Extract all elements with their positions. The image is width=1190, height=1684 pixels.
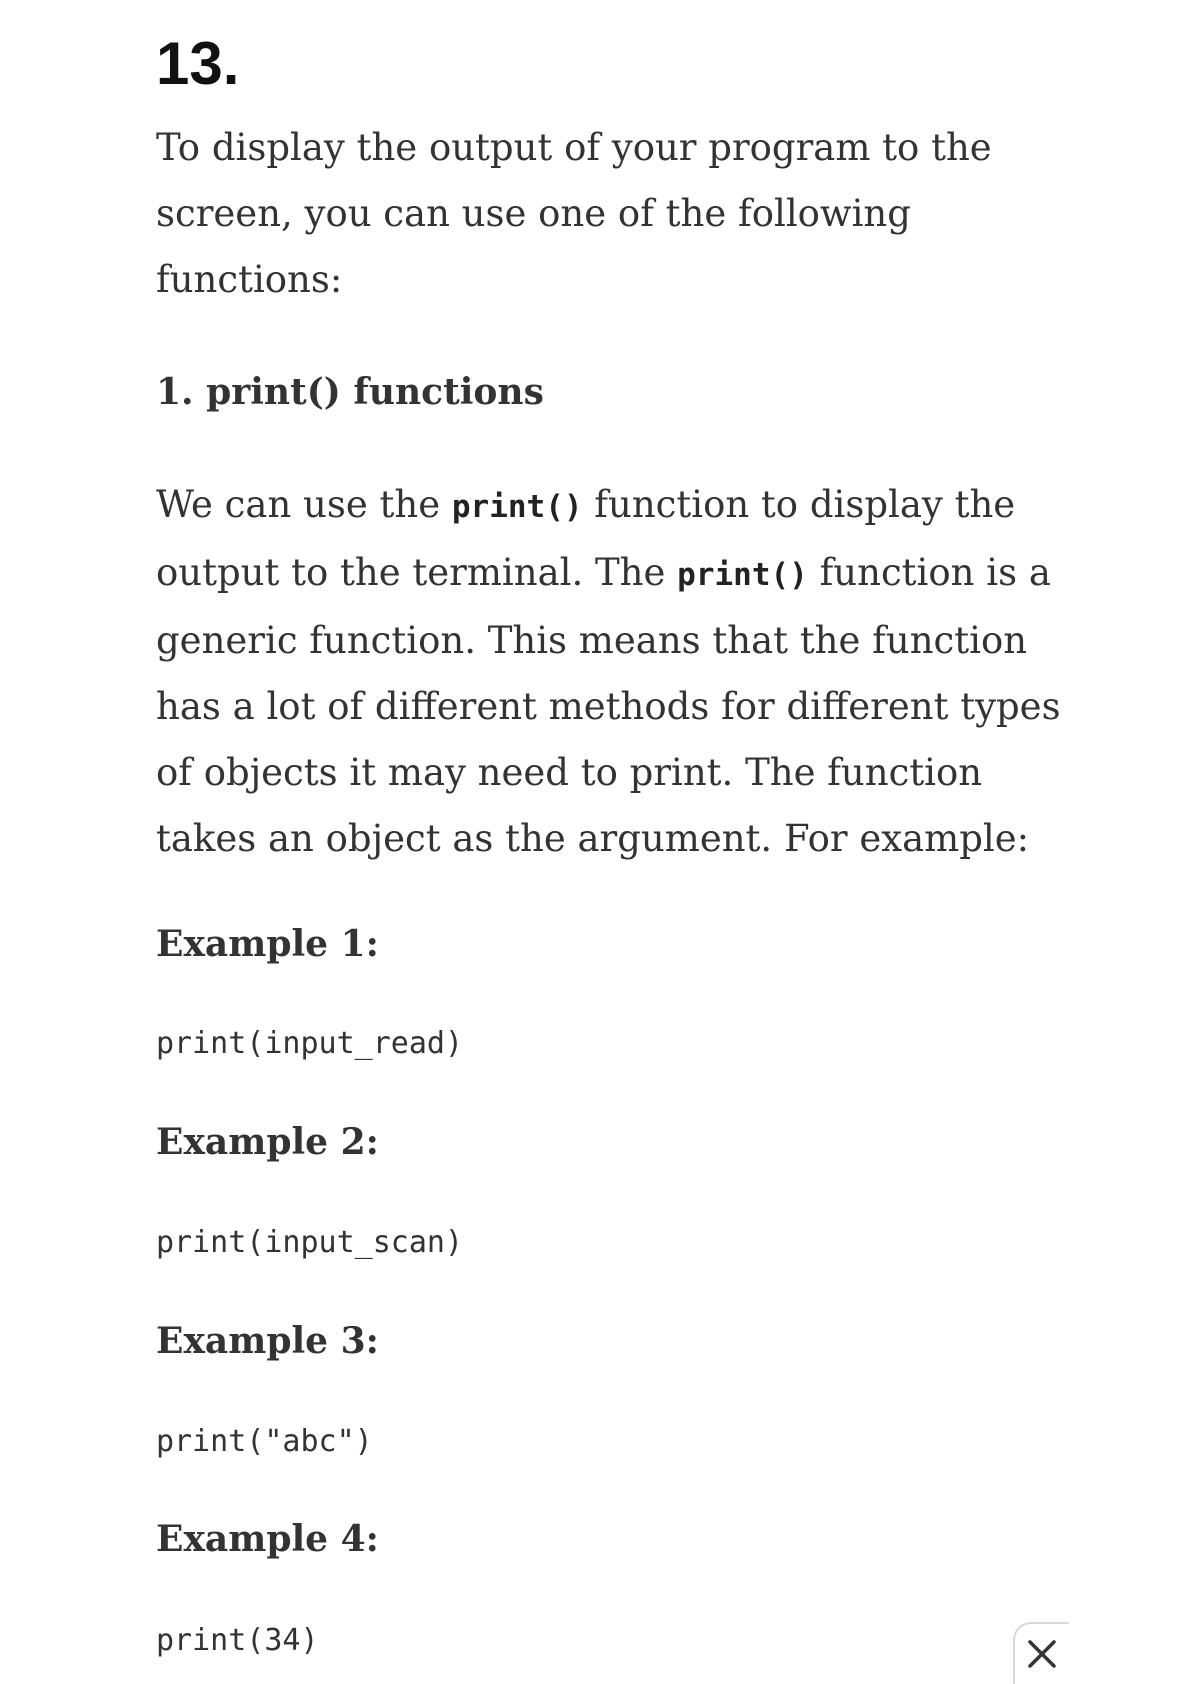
example-code: print(input_read)	[156, 1026, 464, 1061]
intro-paragraph: To display the output of your program to…	[156, 126, 992, 301]
example-code: print(34)	[156, 1623, 319, 1658]
close-icon	[1028, 1640, 1056, 1668]
example-heading: Example 3:	[156, 1320, 379, 1362]
example-code: print("abc")	[156, 1424, 373, 1459]
body-text-3: function is a generic function. This mea…	[156, 551, 1061, 860]
example-heading: Example 2:	[156, 1121, 379, 1163]
body-paragraph: We can use the print() function to displ…	[156, 472, 1066, 872]
example-code: print(input_scan)	[156, 1225, 464, 1260]
example-heading: Example 1:	[156, 923, 379, 965]
example-heading: Example 4:	[156, 1518, 379, 1560]
inline-code-print: print()	[451, 489, 583, 525]
section-heading: 1. print() functions	[156, 371, 544, 413]
inline-code-print: print()	[677, 557, 808, 593]
close-button[interactable]	[1013, 1622, 1069, 1684]
item-number: 13.	[156, 30, 240, 97]
body-text-1: We can use the	[156, 483, 452, 526]
